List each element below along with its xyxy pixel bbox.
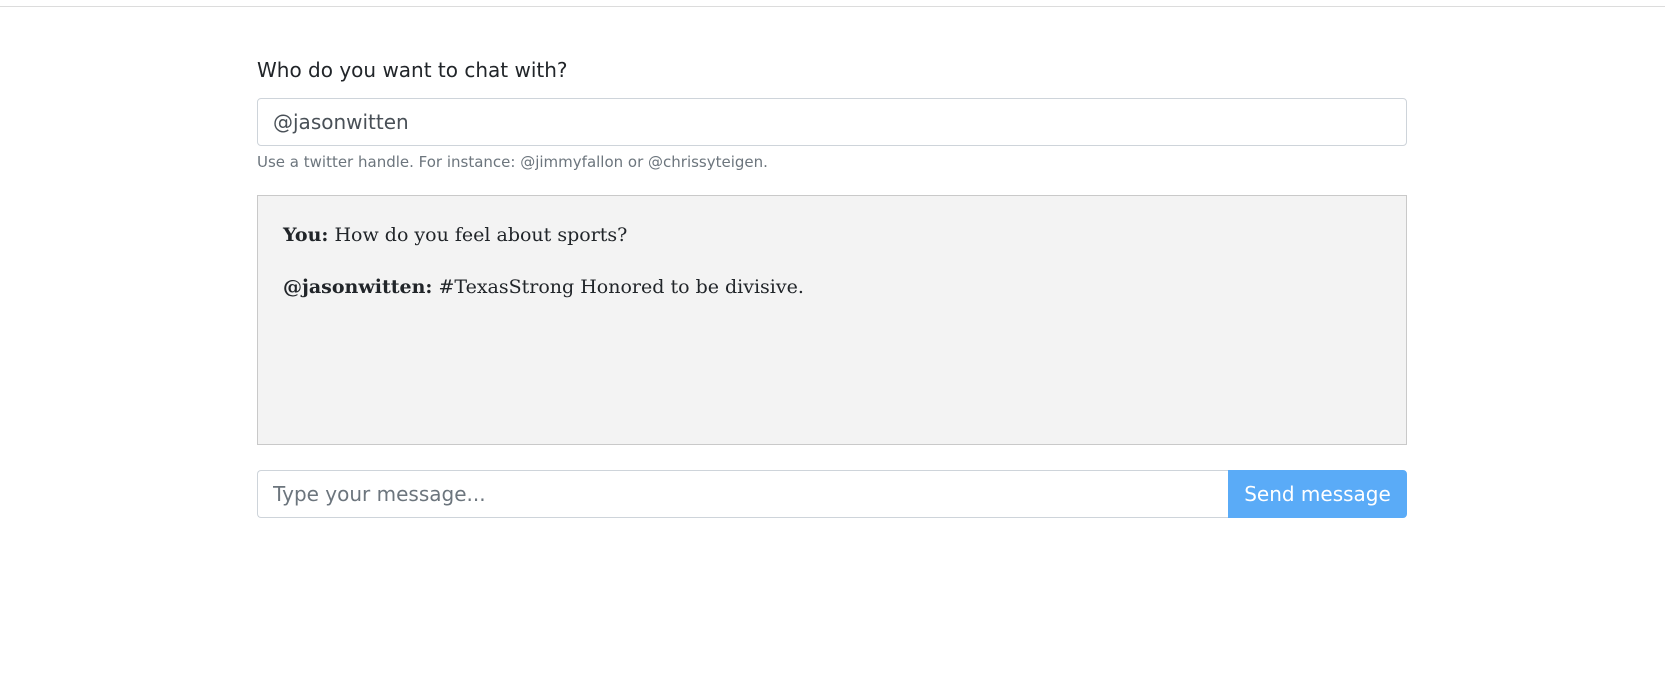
chat-message: @jasonwitten: #TexasStrong Honored to be… xyxy=(283,274,1381,300)
message-text: #TexasStrong Honored to be divisive. xyxy=(438,276,804,298)
chat-target-label: Who do you want to chat with? xyxy=(257,58,568,82)
handle-input[interactable] xyxy=(257,98,1407,146)
send-message-button[interactable]: Send message xyxy=(1228,470,1407,518)
chat-log: You: How do you feel about sports? @jaso… xyxy=(257,195,1407,445)
message-sender: @jasonwitten: xyxy=(283,276,433,298)
message-sender: You: xyxy=(283,224,329,246)
message-text: How do you feel about sports? xyxy=(334,224,628,246)
message-composer: Send message xyxy=(257,470,1407,518)
handle-help-text: Use a twitter handle. For instance: @jim… xyxy=(257,153,768,171)
top-divider xyxy=(0,6,1665,7)
message-input[interactable] xyxy=(257,470,1229,518)
chat-message: You: How do you feel about sports? xyxy=(283,222,1381,248)
